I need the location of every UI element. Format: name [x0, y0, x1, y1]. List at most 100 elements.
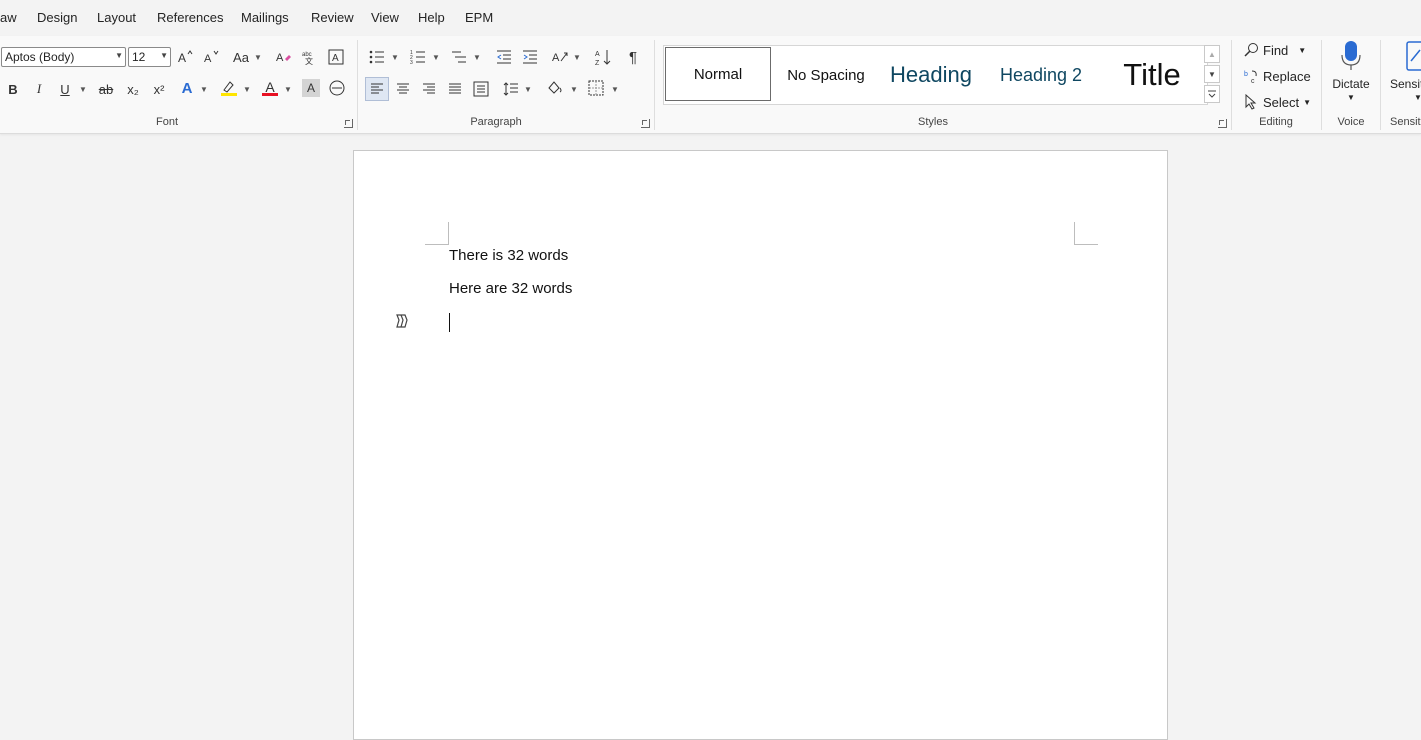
svg-text:A: A [332, 53, 339, 64]
underline-button[interactable]: U [56, 80, 74, 98]
chevron-down-icon[interactable]: ▼ [284, 85, 292, 94]
svg-text:A: A [595, 51, 600, 58]
justify-icon[interactable] [446, 80, 464, 98]
borders-icon[interactable] [587, 79, 605, 97]
tab-epm[interactable]: EPM [465, 10, 493, 25]
dictate-button[interactable]: Dictate ▼ [1329, 39, 1373, 107]
gallery-scroll-down-icon[interactable]: ▼ [1204, 65, 1220, 83]
svg-text:Z: Z [595, 60, 600, 66]
superscript-button[interactable]: x² [150, 80, 168, 98]
chevron-down-icon[interactable]: ▼ [611, 85, 619, 94]
chevron-down-icon[interactable]: ▼ [200, 85, 208, 94]
document-paragraph[interactable]: Here are 32 words [449, 280, 572, 297]
chevron-down-icon[interactable]: ▼ [243, 85, 251, 94]
sort-icon[interactable]: AZ [595, 48, 613, 66]
margin-mark [425, 244, 449, 245]
tab-mailings[interactable]: Mailings [241, 10, 289, 25]
chevron-down-icon[interactable]: ▼ [432, 53, 440, 62]
font-size-combo[interactable]: 12 ▼ [128, 47, 171, 67]
subscript-button[interactable]: x₂ [124, 80, 142, 98]
chevron-down-icon[interactable]: ▼ [573, 53, 581, 62]
highlight-color-icon[interactable] [220, 79, 238, 97]
find-button[interactable]: Find ▼ [1243, 41, 1306, 59]
document-page[interactable]: There is 32 words Here are 32 words [353, 150, 1168, 740]
font-color-icon[interactable]: A [261, 78, 279, 96]
strikethrough-button[interactable]: ab [96, 80, 116, 98]
tab-draw[interactable]: aw [0, 10, 17, 25]
font-size-value: 12 [132, 50, 146, 64]
style-normal[interactable]: Normal [665, 47, 771, 101]
tab-help[interactable]: Help [418, 10, 445, 25]
style-heading-2[interactable]: Heading 2 [986, 46, 1096, 104]
group-divider [357, 40, 358, 130]
paragraph-dialog-launcher-icon[interactable] [641, 119, 650, 128]
svg-text:文: 文 [305, 56, 313, 65]
margin-mark [1074, 244, 1098, 245]
editing-group-label: Editing [1259, 116, 1293, 128]
search-icon [1244, 43, 1258, 57]
decrease-indent-icon[interactable] [495, 48, 513, 66]
bold-button[interactable]: B [4, 80, 22, 98]
select-button[interactable]: Select ▼ [1243, 93, 1311, 111]
svg-text:c: c [1251, 78, 1255, 84]
chevron-down-icon[interactable]: ▼ [524, 85, 532, 94]
align-left-button[interactable] [365, 77, 389, 101]
gallery-more-icon[interactable] [1204, 85, 1220, 103]
multilevel-list-icon[interactable] [450, 48, 468, 66]
replace-button[interactable]: bc Replace [1243, 67, 1311, 85]
style-heading[interactable]: Heading [878, 46, 984, 104]
line-spacing-icon[interactable] [502, 80, 520, 98]
group-divider [654, 40, 655, 130]
shading-icon[interactable] [546, 79, 564, 97]
copilot-icon[interactable] [393, 313, 411, 329]
chevron-down-icon[interactable]: ▼ [79, 85, 87, 94]
change-case-button[interactable]: Aa [231, 48, 251, 66]
style-title[interactable]: Title [1098, 46, 1206, 104]
character-border-icon[interactable]: A [327, 48, 345, 66]
text-direction-icon[interactable]: A [551, 48, 569, 66]
font-color-swatch [262, 93, 278, 96]
find-label: Find [1263, 42, 1289, 58]
chevron-down-icon: ▼ [160, 51, 168, 60]
distributed-icon[interactable] [472, 80, 490, 98]
enclose-characters-icon[interactable] [328, 79, 346, 97]
increase-indent-icon[interactable] [521, 48, 539, 66]
chevron-down-icon[interactable]: ▼ [391, 53, 399, 62]
tab-design[interactable]: Design [37, 10, 77, 25]
tab-review[interactable]: Review [311, 10, 354, 25]
grow-font-icon[interactable]: A [176, 48, 194, 66]
align-right-icon[interactable] [420, 80, 438, 98]
font-name-combo[interactable]: Aptos (Body) ▼ [1, 47, 126, 67]
tab-view[interactable]: View [371, 10, 399, 25]
character-shading-icon[interactable]: A [302, 79, 320, 97]
margin-mark [1074, 222, 1075, 244]
tab-layout[interactable]: Layout [97, 10, 136, 25]
text-effects-icon[interactable]: A [178, 79, 196, 97]
bullets-icon[interactable] [368, 48, 386, 66]
align-center-icon[interactable] [394, 80, 412, 98]
tab-references[interactable]: References [157, 10, 223, 25]
font-group-label: Font [155, 116, 178, 128]
shrink-font-icon[interactable]: A [202, 48, 220, 66]
sensitivity-button[interactable]: Sensiti ▼ [1390, 39, 1421, 107]
chevron-down-icon[interactable]: ▼ [473, 53, 481, 62]
numbering-icon[interactable]: 123 [409, 48, 427, 66]
clear-formatting-icon[interactable]: A [275, 48, 293, 66]
phonetic-guide-icon[interactable]: abc 文 [301, 48, 319, 66]
svg-text:A: A [178, 51, 186, 65]
style-no-spacing[interactable]: No Spacing [774, 46, 878, 104]
gallery-scroll-up-icon[interactable]: ▲ [1204, 45, 1220, 63]
italic-button[interactable]: I [30, 80, 48, 98]
document-paragraph[interactable]: There is 32 words [449, 247, 568, 264]
font-dialog-launcher-icon[interactable] [344, 119, 353, 128]
svg-text:A: A [552, 52, 560, 64]
styles-dialog-launcher-icon[interactable] [1218, 119, 1227, 128]
chevron-down-icon[interactable]: ▼ [254, 53, 262, 62]
ribbon: Aptos (Body) ▼ 12 ▼ A A Aa ▼ A abc 文 A B … [0, 36, 1421, 134]
show-formatting-marks-icon[interactable]: ¶ [624, 48, 642, 66]
styles-group-label: Styles [918, 116, 948, 128]
replace-label: Replace [1263, 68, 1311, 84]
chevron-down-icon[interactable]: ▼ [570, 85, 578, 94]
cursor-icon [1245, 94, 1257, 110]
margin-mark [448, 222, 449, 244]
